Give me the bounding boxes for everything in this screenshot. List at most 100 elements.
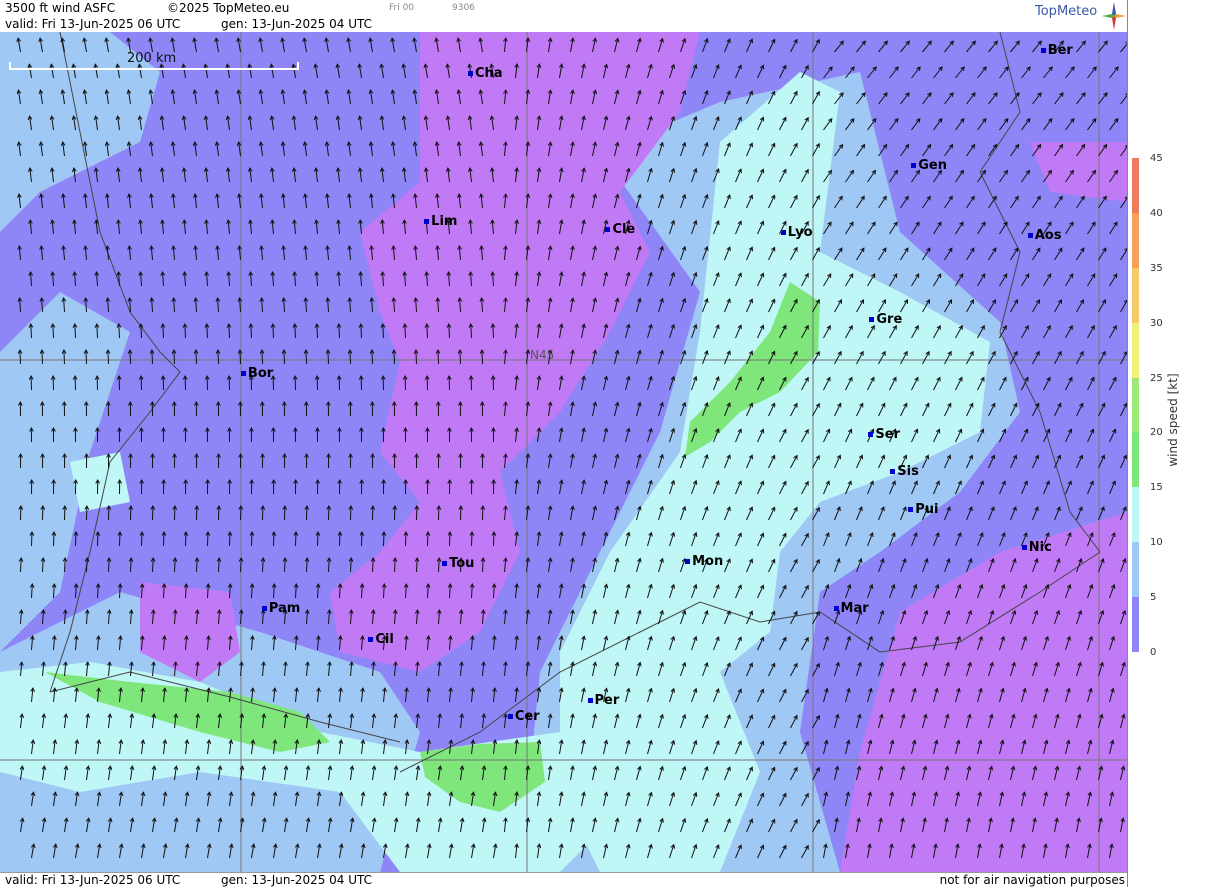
wind-arrow bbox=[1054, 350, 1062, 365]
wind-arrow bbox=[999, 169, 1008, 183]
legend-tick-label: 20 bbox=[1150, 427, 1163, 439]
wind-arrow bbox=[379, 63, 385, 79]
wind-arrow bbox=[412, 141, 418, 157]
legend-axis-label: wind speed [kt] bbox=[1166, 373, 1180, 467]
compass-logo-icon bbox=[1102, 2, 1126, 30]
city-pam: Pam bbox=[261, 601, 301, 617]
wind-arrow bbox=[204, 322, 210, 339]
wind-arrow bbox=[194, 504, 200, 521]
wind-arrow bbox=[1010, 40, 1020, 53]
wind-arrow bbox=[900, 143, 910, 157]
wind-arrow bbox=[823, 687, 829, 703]
wind-arrow bbox=[1065, 221, 1074, 235]
wind-arrow bbox=[933, 66, 943, 79]
city-label: Aos bbox=[1034, 228, 1062, 244]
wind-arrow bbox=[73, 530, 79, 547]
wind-field bbox=[0, 32, 1127, 872]
city-dot-icon bbox=[868, 432, 874, 438]
wind-arrow bbox=[302, 89, 308, 105]
wind-arrow bbox=[955, 117, 965, 131]
wind-arrow bbox=[280, 37, 285, 53]
wind-arrow bbox=[1076, 350, 1084, 365]
wind-arrow bbox=[1010, 195, 1019, 209]
wind-arrow bbox=[314, 219, 319, 235]
wind-arrow bbox=[148, 141, 154, 157]
city-label: Pam bbox=[268, 601, 301, 617]
wind-arrow bbox=[28, 270, 34, 287]
wind-arrow bbox=[348, 452, 353, 469]
wind-arrow bbox=[977, 117, 987, 131]
wind-arrow bbox=[281, 193, 286, 209]
generated-time: gen: 13-Jun-2025 04 UTC bbox=[221, 17, 373, 31]
wind-arrow bbox=[1076, 402, 1084, 417]
wind-arrow bbox=[347, 193, 352, 209]
wind-arrow bbox=[401, 63, 407, 79]
wind-arrow bbox=[614, 453, 620, 469]
wind-arrow bbox=[337, 426, 342, 443]
wind-arrow bbox=[1076, 506, 1083, 521]
wind-arrow bbox=[977, 66, 987, 79]
wind-arrow bbox=[381, 478, 387, 495]
wind-arrow bbox=[459, 661, 464, 677]
wind-arrow bbox=[581, 427, 586, 443]
wind-arrow bbox=[237, 400, 243, 417]
wind-arrow bbox=[966, 506, 973, 521]
city-pui: Pui bbox=[908, 502, 938, 517]
wind-arrow bbox=[216, 556, 222, 573]
wind-arrow bbox=[281, 296, 287, 313]
wind-arrow bbox=[269, 115, 275, 131]
city-dot-icon bbox=[587, 698, 593, 704]
wind-arrow bbox=[315, 582, 321, 599]
wind-arrow bbox=[337, 478, 343, 495]
wind-arrow bbox=[525, 453, 531, 469]
wind-arrow bbox=[1098, 40, 1108, 53]
city-dot-icon bbox=[685, 559, 691, 564]
wind-arrow bbox=[304, 556, 310, 573]
wind-arrow bbox=[1076, 195, 1085, 209]
wind-arrow bbox=[293, 426, 298, 443]
wind-arrow bbox=[944, 40, 954, 53]
wind-arrow bbox=[346, 89, 352, 105]
wind-arrow bbox=[159, 167, 165, 183]
wind-arrow bbox=[1021, 169, 1030, 183]
wind-arrow bbox=[357, 63, 363, 79]
wind-arrow bbox=[336, 322, 342, 339]
legend-color-block bbox=[1132, 158, 1139, 213]
wind-arrow bbox=[39, 244, 44, 261]
wind-arrow bbox=[346, 141, 352, 157]
wind-arrow bbox=[999, 221, 1008, 235]
wind-arrow bbox=[790, 38, 798, 53]
wind-speed-legend: 45 40 35 30 25 20 15 10 5 0 wind speed [kt] bbox=[1127, 0, 1219, 887]
wind-arrow bbox=[404, 687, 409, 703]
wind-arrow bbox=[944, 506, 951, 521]
wind-arrow bbox=[1032, 402, 1040, 417]
wind-arrow bbox=[203, 63, 209, 79]
wind-arrow bbox=[922, 557, 929, 573]
wind-arrow bbox=[270, 270, 276, 287]
wind-arrow bbox=[636, 401, 642, 417]
wind-arrow bbox=[138, 219, 143, 235]
wind-arrow bbox=[238, 452, 243, 469]
wind-arrow bbox=[138, 270, 144, 287]
wind-arrow bbox=[525, 661, 531, 677]
legend-tick-label: 25 bbox=[1150, 372, 1163, 384]
wind-arrow bbox=[302, 141, 308, 157]
wind-arrow bbox=[214, 141, 220, 157]
wind-arrow bbox=[105, 400, 111, 417]
wind-arrow bbox=[183, 530, 189, 547]
run-number: 9306 bbox=[452, 3, 475, 13]
wind-arrow bbox=[922, 143, 932, 157]
wind-arrow bbox=[358, 322, 364, 339]
wind-arrow bbox=[415, 713, 421, 729]
wind-arrow bbox=[280, 141, 286, 157]
wind-map[interactable]: 200 km N45 Cha Ber Gen Lim Cle Lyo Aos Gre Bor Se… bbox=[0, 32, 1127, 872]
wind-arrow bbox=[347, 244, 352, 261]
topmeteo-logo: TopMeteo bbox=[1035, 4, 1098, 19]
wind-arrow bbox=[214, 89, 220, 105]
wind-arrow bbox=[834, 40, 844, 53]
wind-arrow bbox=[161, 530, 167, 547]
wind-arrow bbox=[514, 687, 519, 703]
wind-arrow bbox=[401, 115, 407, 131]
wind-arrow bbox=[558, 427, 564, 443]
city-label: Lyo bbox=[787, 225, 813, 241]
